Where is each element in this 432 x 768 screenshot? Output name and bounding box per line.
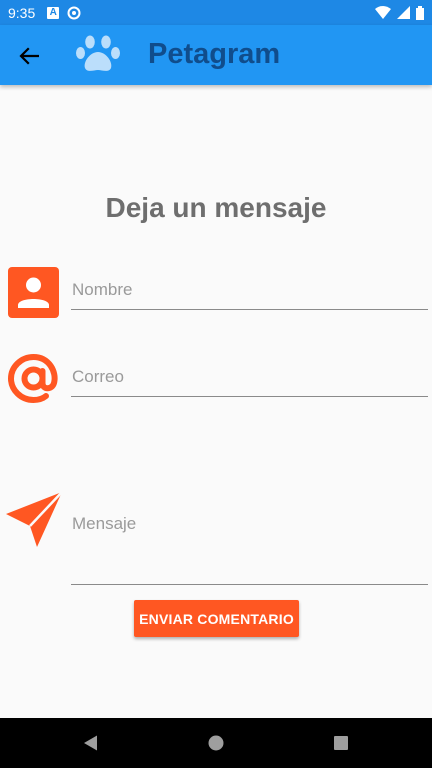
send-comment-button[interactable]: ENVIAR COMENTARIO — [134, 600, 299, 637]
a-icon: A — [47, 6, 60, 19]
name-input[interactable] — [71, 280, 428, 300]
status-right-icons — [375, 5, 424, 20]
arrow-left-icon — [19, 47, 39, 65]
send-icon — [6, 491, 63, 547]
email-input[interactable] — [71, 367, 428, 387]
nav-back-icon[interactable] — [82, 734, 100, 752]
page-heading: Deja un mensaje — [105, 192, 327, 223]
back-button[interactable] — [16, 43, 42, 69]
nav-home-icon[interactable] — [207, 734, 225, 752]
person-icon — [8, 267, 59, 318]
status-bar: 9:35 A — [0, 0, 432, 25]
email-field[interactable] — [71, 367, 428, 397]
wifi-icon — [375, 6, 391, 19]
name-field[interactable] — [71, 280, 428, 310]
nav-recents-icon[interactable] — [332, 734, 350, 752]
sync-icon — [67, 6, 81, 19]
signal-icon — [397, 6, 410, 19]
battery-icon — [416, 5, 424, 20]
status-time: 9:35 — [8, 4, 36, 21]
at-icon — [7, 353, 58, 404]
message-field[interactable] — [71, 512, 428, 585]
message-input[interactable] — [71, 512, 428, 582]
app-bar: Petagram — [0, 25, 432, 85]
navigation-bar — [0, 718, 432, 768]
app-title: Petagram — [148, 38, 281, 70]
paw-icon — [76, 35, 120, 71]
